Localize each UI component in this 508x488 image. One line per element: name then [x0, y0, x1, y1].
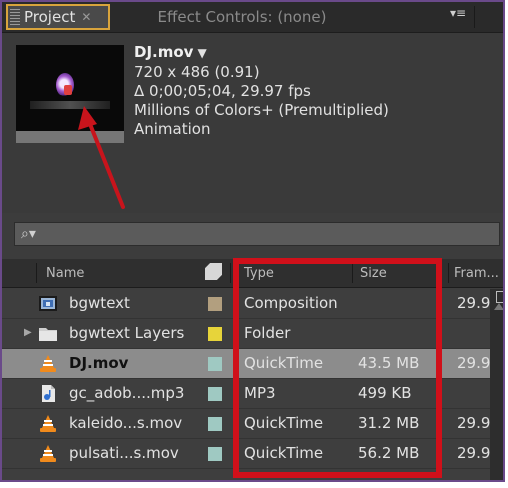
footage-colors: Millions of Colors+ (Premultiplied): [134, 101, 389, 119]
table-row[interactable]: ▶ bgwtext Layers Folder: [2, 319, 490, 349]
footage-name: DJ.mov: [134, 43, 194, 61]
vlc-icon: [40, 355, 56, 372]
item-type: Folder: [244, 324, 291, 342]
table-row[interactable]: pulsati...s.mov QuickTime 56.2 MB 29.9: [2, 439, 490, 469]
project-items-table: Name Type Size Fram... bgwtext Compositi…: [2, 259, 503, 480]
item-name: kaleido...s.mov: [69, 414, 183, 432]
table-row[interactable]: bgwtext Composition 29.9: [2, 289, 490, 319]
tab-project-label: Project: [24, 8, 76, 26]
column-name[interactable]: Name: [46, 266, 84, 281]
item-type: QuickTime: [244, 444, 324, 462]
label-color-swatch[interactable]: [208, 417, 222, 431]
footage-info: DJ.mov ▼ 720 x 486 (0.91) Δ 0;00;05;04, 2…: [2, 33, 503, 213]
item-type: QuickTime: [244, 414, 324, 432]
label-color-swatch[interactable]: [208, 387, 222, 401]
item-size: 499 KB: [358, 384, 412, 402]
column-divider[interactable]: [352, 263, 353, 283]
tab-divider: [474, 6, 475, 28]
label-color-swatch[interactable]: [208, 297, 222, 311]
folder-icon: [39, 328, 57, 341]
footage-name-row[interactable]: DJ.mov ▼: [134, 43, 389, 63]
item-size: 43.5 MB: [358, 354, 420, 372]
footage-meta: DJ.mov ▼ 720 x 486 (0.91) Δ 0;00;05;04, 2…: [134, 43, 389, 139]
item-frame-rate: 29.9: [457, 444, 491, 462]
search-icon[interactable]: ⌕▾: [21, 226, 36, 242]
item-type: MP3: [244, 384, 276, 402]
column-divider[interactable]: [230, 263, 231, 283]
vertical-scrollbar[interactable]: [490, 289, 503, 480]
flowchart-node-icon[interactable]: [496, 291, 503, 303]
label-color-swatch[interactable]: [208, 357, 222, 371]
tab-project[interactable]: Project ✕: [6, 4, 110, 30]
project-panel: Project ✕ Effect Controls: (none) ▾≡ DJ.…: [0, 0, 505, 482]
panel-menu-icon[interactable]: ▾≡: [450, 6, 466, 20]
table-row[interactable]: gc_adob....mp3 MP3 499 KB: [2, 379, 490, 409]
composition-icon: [39, 296, 57, 311]
column-frame-rate[interactable]: Fram...: [454, 266, 499, 281]
column-divider[interactable]: [36, 263, 37, 283]
chevron-down-icon[interactable]: ▼: [197, 46, 206, 60]
vlc-icon: [40, 445, 56, 462]
footage-codec: Animation: [134, 120, 211, 138]
item-type: QuickTime: [244, 354, 324, 372]
item-frame-rate: 29.9: [457, 414, 491, 432]
item-name: bgwtext: [69, 294, 130, 312]
scroll-up-arrow-icon[interactable]: [494, 303, 503, 310]
item-name: bgwtext Layers: [69, 324, 185, 342]
tab-effect-controls[interactable]: Effect Controls: (none): [112, 4, 372, 30]
search-bar[interactable]: ⌕▾: [14, 222, 500, 246]
item-size: 31.2 MB: [358, 414, 420, 432]
table-row[interactable]: kaleido...s.mov QuickTime 31.2 MB 29.9: [2, 409, 490, 439]
tab-effect-label: Effect Controls: (none): [157, 8, 327, 26]
column-divider[interactable]: [448, 263, 449, 283]
item-name: DJ.mov: [69, 354, 129, 372]
label-color-swatch[interactable]: [208, 327, 222, 341]
item-name: pulsati...s.mov: [69, 444, 179, 462]
thumbnail-accent: [64, 85, 72, 95]
close-icon[interactable]: ✕: [81, 10, 91, 24]
footage-dimensions: 720 x 486 (0.91): [134, 63, 260, 81]
expand-triangle-icon[interactable]: ▶: [24, 327, 32, 338]
vlc-icon: [40, 415, 56, 432]
footage-thumbnail: [16, 45, 124, 143]
column-type[interactable]: Type: [244, 266, 274, 281]
label-color-swatch[interactable]: [208, 447, 222, 461]
column-size[interactable]: Size: [360, 266, 387, 281]
thumbnail-deck: [30, 101, 110, 109]
grip-icon[interactable]: [10, 9, 20, 25]
table-header: Name Type Size Fram...: [2, 259, 503, 288]
item-name: gc_adob....mp3: [69, 384, 185, 402]
item-size: 56.2 MB: [358, 444, 420, 462]
audio-icon: [42, 385, 55, 402]
table-row-selected[interactable]: DJ.mov QuickTime 43.5 MB 29.9: [2, 349, 490, 379]
label-tag-icon[interactable]: [205, 263, 222, 280]
footage-duration: Δ 0;00;05;04, 29.97 fps: [134, 82, 311, 100]
item-frame-rate: 29.9: [457, 354, 491, 372]
item-type: Composition: [244, 294, 338, 312]
item-frame-rate: 29.9: [457, 294, 491, 312]
search-input[interactable]: [39, 223, 499, 245]
panel-tab-bar: Project ✕ Effect Controls: (none) ▾≡: [2, 2, 503, 33]
